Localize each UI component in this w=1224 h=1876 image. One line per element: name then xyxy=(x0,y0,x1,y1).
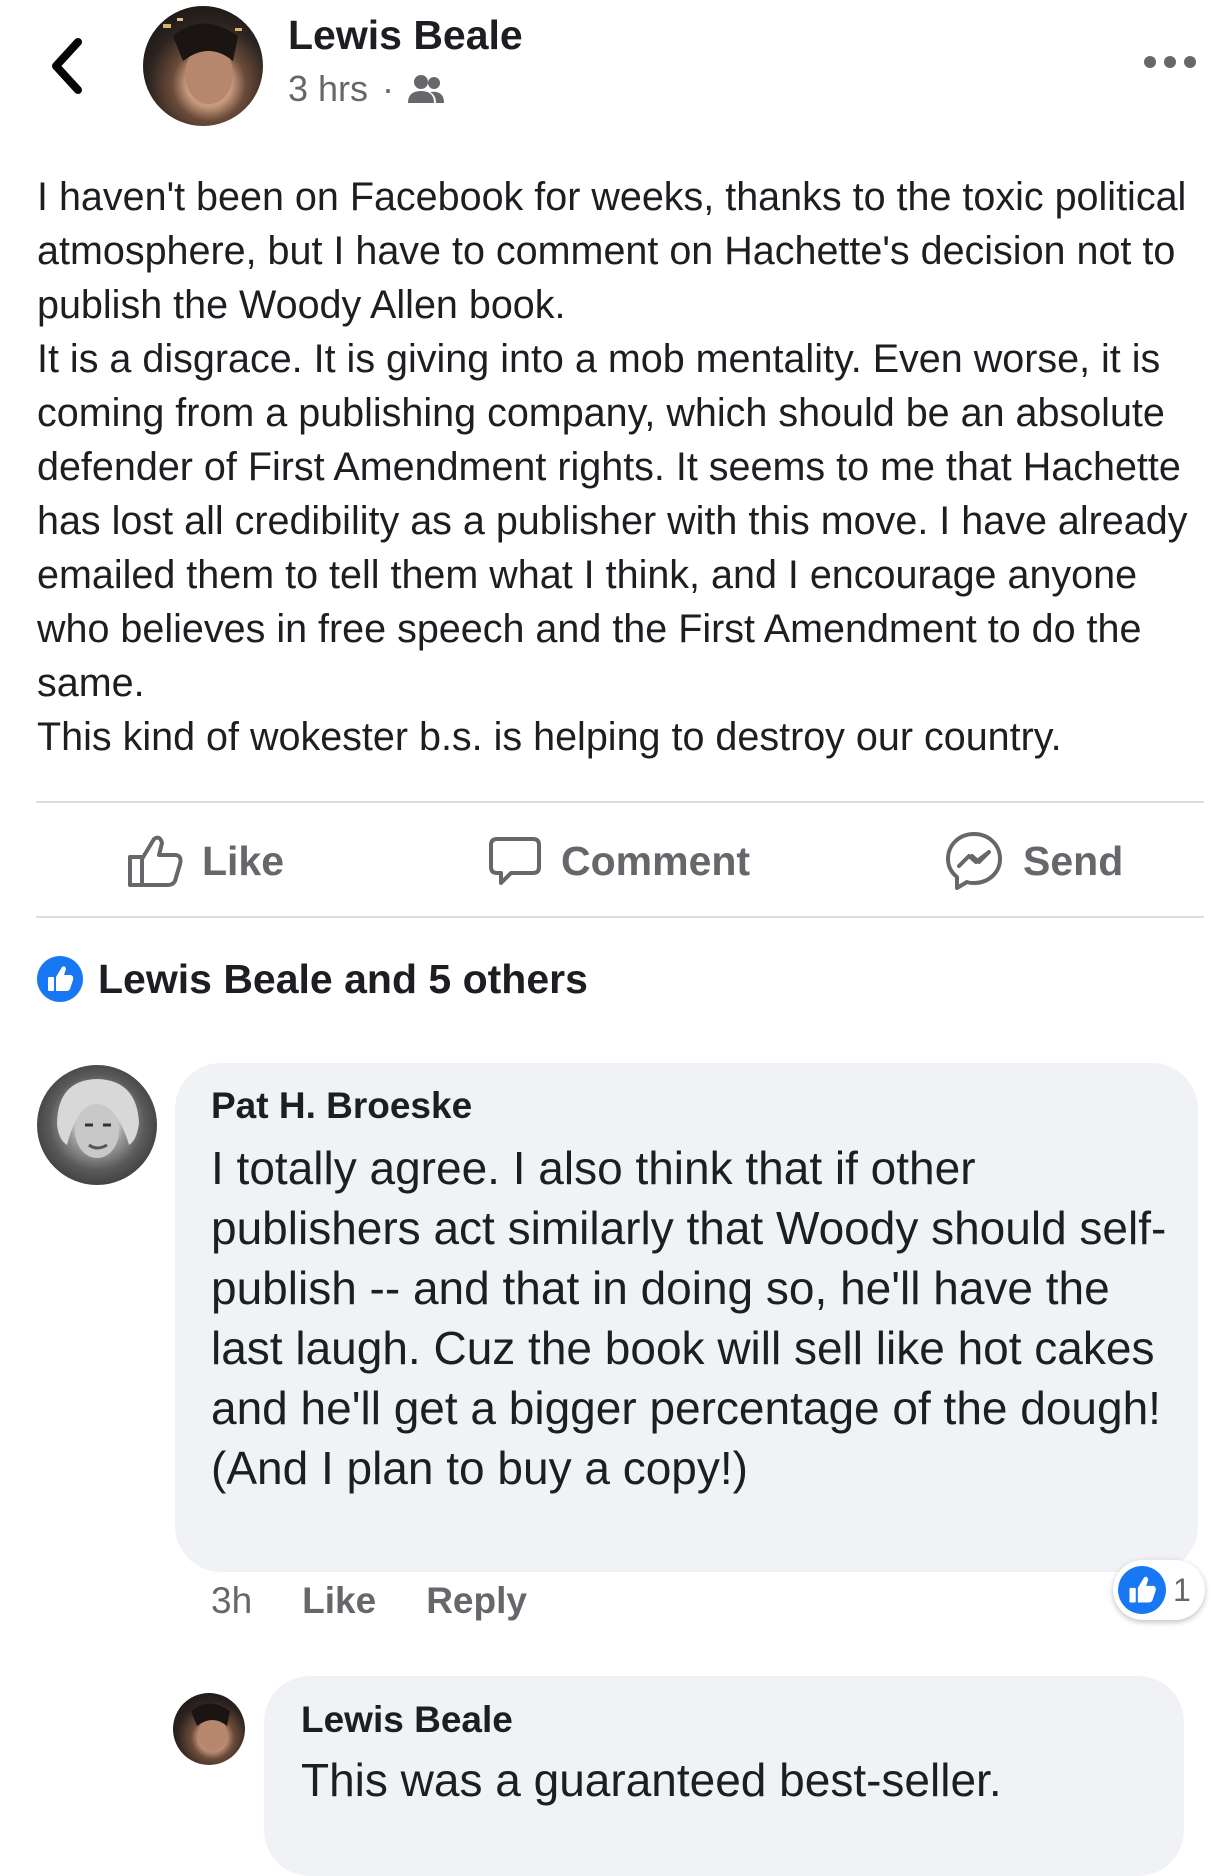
author-avatar[interactable] xyxy=(143,6,263,126)
comment-text: I totally agree. I also think that if ot… xyxy=(211,1142,1167,1494)
comment-button[interactable]: Comment xyxy=(487,826,750,896)
reactions-summary[interactable]: Lewis Beale and 5 others xyxy=(36,955,588,1003)
thumbs-up-icon xyxy=(128,835,183,887)
reply-author-name[interactable]: Lewis Beale xyxy=(301,1699,513,1741)
more-dots-icon xyxy=(1144,56,1196,68)
chevron-left-icon xyxy=(52,38,82,94)
post-paragraph: I haven't been on Facebook for weeks, th… xyxy=(37,175,1187,327)
send-label: Send xyxy=(1023,837,1124,884)
commenter-name[interactable]: Pat H. Broeske xyxy=(211,1085,472,1127)
author-name[interactable]: Lewis Beale xyxy=(288,12,523,59)
comment-like-link[interactable]: Like xyxy=(302,1580,376,1622)
comment-label: Comment xyxy=(561,837,751,884)
like-button[interactable]: Like xyxy=(126,826,284,896)
reply-author-avatar[interactable] xyxy=(173,1693,245,1765)
divider xyxy=(36,916,1204,918)
like-label: Like xyxy=(202,837,285,884)
comment-reply-link[interactable]: Reply xyxy=(426,1580,527,1622)
post-meta: 3 hrs · xyxy=(288,68,445,110)
comment-reaction-badge[interactable]: 1 xyxy=(1113,1560,1205,1620)
comment-meta: 3h Like Reply xyxy=(211,1580,527,1622)
back-button[interactable] xyxy=(44,36,96,96)
like-reaction-icon xyxy=(1118,1566,1166,1614)
post-timestamp[interactable]: 3 hrs xyxy=(288,68,368,110)
reactions-text: Lewis Beale and 5 others xyxy=(98,955,588,1002)
commenter-avatar[interactable] xyxy=(37,1065,157,1185)
friends-icon[interactable] xyxy=(408,73,445,105)
post-paragraph: This kind of wokester b.s. is helping to… xyxy=(37,715,1062,759)
comment-bubble-icon xyxy=(489,837,541,885)
messenger-icon xyxy=(946,832,1002,890)
like-reaction-icon xyxy=(37,956,83,1002)
more-options-button[interactable] xyxy=(1140,50,1200,74)
divider xyxy=(36,801,1204,803)
post-text: I haven't been on Facebook for weeks, th… xyxy=(37,170,1202,764)
send-button[interactable]: Send xyxy=(943,826,1123,896)
post-paragraph: It is a disgrace. It is giving into a mo… xyxy=(37,337,1188,705)
reply-text: This was a guaranteed best-seller. xyxy=(301,1754,1002,1806)
comment-time: 3h xyxy=(211,1580,253,1621)
meta-separator: · xyxy=(382,68,395,109)
comment-like-count: 1 xyxy=(1173,1571,1191,1608)
